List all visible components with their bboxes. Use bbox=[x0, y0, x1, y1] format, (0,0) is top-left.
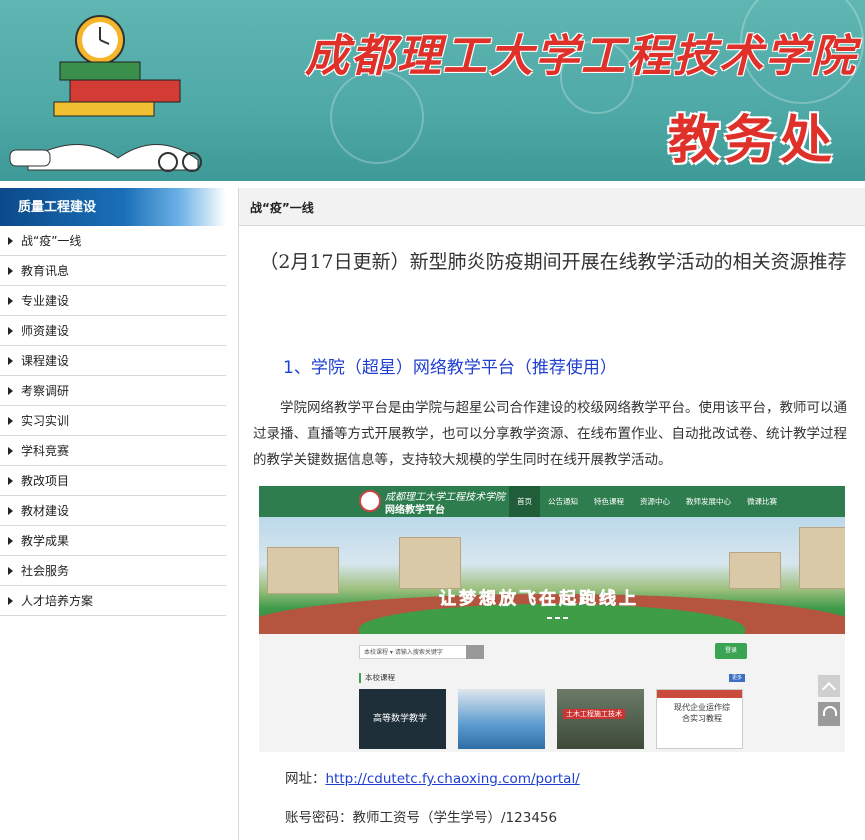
triangle-right-icon bbox=[8, 296, 13, 305]
section-heading: 1、学院（超星）网络教学平台（推荐使用） bbox=[283, 358, 617, 378]
sidebar-item-faculty-building[interactable]: 师资建设 bbox=[0, 316, 226, 346]
screenshot-login-button: 登录 bbox=[715, 643, 747, 659]
triangle-right-icon bbox=[8, 566, 13, 575]
sidebar-item-reform-projects[interactable]: 教改项目 bbox=[0, 466, 226, 496]
course-thumbnail-label: 高等数学教学 bbox=[373, 714, 428, 724]
sidebar-item-teaching-results[interactable]: 教学成果 bbox=[0, 526, 226, 556]
sidebar-item-label: 专业建设 bbox=[21, 294, 70, 308]
triangle-right-icon bbox=[8, 506, 13, 515]
screenshot-menu-item: 资源中心 bbox=[640, 497, 670, 506]
sidebar-item-training-plan[interactable]: 人才培养方案 bbox=[0, 586, 226, 616]
sidebar-item-competition[interactable]: 学科竞赛 bbox=[0, 436, 226, 466]
header-banner: 成都理工大学工程技术学院 教务处 bbox=[0, 0, 865, 181]
triangle-right-icon bbox=[8, 236, 13, 245]
screenshot-search-box: 本校课程 ▾ 请输入搜索关键字 bbox=[359, 645, 483, 659]
triangle-right-icon bbox=[8, 416, 13, 425]
screenshot-section-label: 本校课程 bbox=[359, 673, 395, 683]
sidebar-item-internship[interactable]: 实习实训 bbox=[0, 406, 226, 436]
screenshot-course-thumbnails: 高等数学教学 土木工程施工技术 现代企业运作综合实习教程 bbox=[359, 689, 743, 749]
triangle-right-icon bbox=[8, 596, 13, 605]
platform-url-link[interactable]: http://cdutetc.fy.chaoxing.com/portal/ bbox=[326, 771, 580, 787]
course-thumbnail bbox=[458, 689, 545, 749]
gear-decoration bbox=[330, 70, 424, 164]
screenshot-navbar: 成都理工大学工程技术学院 网络教学平台 首页 公告通知 特色课程 资源中心 教师… bbox=[259, 486, 845, 517]
course-thumbnail-label: 现代企业运作综合实习教程 bbox=[674, 703, 730, 723]
sidebar-menu: 战“疫”一线 教育讯息 专业建设 师资建设 课程建设 考察调研 实习实训 学科竞… bbox=[0, 226, 226, 616]
sidebar-item-label: 学科竞赛 bbox=[21, 444, 70, 458]
screenshot-menu: 首页 公告通知 特色课程 资源中心 教师发展中心 微课比赛 bbox=[509, 486, 785, 517]
screenshot-menu-item: 特色课程 bbox=[594, 497, 624, 506]
carousel-dots bbox=[547, 617, 568, 619]
sidebar-item-label: 教材建设 bbox=[21, 504, 70, 518]
department-title: 教务处 bbox=[668, 110, 837, 171]
triangle-right-icon bbox=[8, 386, 13, 395]
triangle-right-icon bbox=[8, 476, 13, 485]
breadcrumb: 战“疫”一线 bbox=[239, 188, 865, 226]
sidebar-item-investigation[interactable]: 考察调研 bbox=[0, 376, 226, 406]
sidebar-item-textbook[interactable]: 教材建设 bbox=[0, 496, 226, 526]
sidebar-item-social-service[interactable]: 社会服务 bbox=[0, 556, 226, 586]
building-shape bbox=[799, 527, 845, 589]
back-to-top-icon bbox=[818, 675, 840, 697]
triangle-right-icon bbox=[8, 326, 13, 335]
article-title: （2月17日更新）新型肺炎防疫期间开展在线教学活动的相关资源推荐 bbox=[259, 251, 847, 273]
sidebar-item-zhanyi[interactable]: 战“疫”一线 bbox=[0, 226, 226, 256]
search-icon bbox=[466, 645, 484, 659]
screenshot-site-subtitle: 网络教学平台 bbox=[385, 505, 445, 516]
school-logo-icon bbox=[359, 490, 381, 512]
sidebar-item-label: 实习实训 bbox=[21, 414, 70, 428]
triangle-right-icon bbox=[8, 356, 13, 365]
screenshot-more-badge: 更多 bbox=[729, 674, 745, 682]
books-clock-illustration bbox=[9, 15, 202, 172]
sidebar-item-label: 人才培养方案 bbox=[21, 594, 94, 608]
sidebar-heading: 质量工程建设 bbox=[0, 188, 226, 226]
main-content: 战“疫”一线 （2月17日更新）新型肺炎防疫期间开展在线教学活动的相关资源推荐 … bbox=[238, 188, 865, 840]
sidebar-item-course-building[interactable]: 课程建设 bbox=[0, 346, 226, 376]
sidebar: 质量工程建设 战“疫”一线 教育讯息 专业建设 师资建设 课程建设 考察调研 实… bbox=[0, 188, 226, 616]
sidebar-item-label: 社会服务 bbox=[21, 564, 70, 578]
platform-screenshot: 成都理工大学工程技术学院 网络教学平台 首页 公告通知 特色课程 资源中心 教师… bbox=[259, 486, 845, 752]
screenshot-menu-item: 微课比赛 bbox=[747, 497, 777, 506]
building-shape bbox=[267, 547, 339, 594]
screenshot-slogan: 让梦想放飞在起跑线上 bbox=[439, 589, 639, 610]
course-thumbnail-label: 土木工程施工技术 bbox=[563, 709, 625, 719]
course-thumbnail: 高等数学教学 bbox=[359, 689, 446, 749]
sidebar-item-label: 师资建设 bbox=[21, 324, 70, 338]
course-thumbnail: 现代企业运作综合实习教程 bbox=[656, 689, 743, 749]
url-row: 网址：http://cdutetc.fy.chaoxing.com/portal… bbox=[285, 767, 580, 787]
sidebar-item-label: 考察调研 bbox=[21, 384, 70, 398]
screenshot-menu-item: 首页 bbox=[509, 486, 540, 517]
sidebar-item-education-news[interactable]: 教育讯息 bbox=[0, 256, 226, 286]
sidebar-item-label: 课程建设 bbox=[21, 354, 70, 368]
building-shape bbox=[399, 537, 461, 589]
article-paragraph: 学院网络教学平台是由学院与超星公司合作建设的校级网络教学平台。使用该平台，教师可… bbox=[253, 400, 847, 468]
triangle-right-icon bbox=[8, 446, 13, 455]
screenshot-hero-image: 让梦想放飞在起跑线上 bbox=[259, 517, 845, 634]
building-shape bbox=[729, 552, 781, 589]
screenshot-menu-item: 公告通知 bbox=[548, 497, 578, 506]
account-info: 账号密码：教师工资号（学生学号）/123456 bbox=[285, 810, 558, 826]
sidebar-item-label: 教改项目 bbox=[21, 474, 70, 488]
screenshot-menu-item: 教师发展中心 bbox=[686, 497, 731, 506]
course-thumbnail: 土木工程施工技术 bbox=[557, 689, 644, 749]
triangle-right-icon bbox=[8, 266, 13, 275]
triangle-right-icon bbox=[8, 536, 13, 545]
banner-divider bbox=[0, 181, 865, 188]
sidebar-item-major-building[interactable]: 专业建设 bbox=[0, 286, 226, 316]
sidebar-item-label: 教育讯息 bbox=[21, 264, 70, 278]
sidebar-item-label: 教学成果 bbox=[21, 534, 70, 548]
customer-service-icon bbox=[818, 702, 840, 726]
screenshot-search-category: 本校课程 bbox=[364, 649, 389, 656]
school-name-calligraphy: 成都理工大学工程技术学院 bbox=[305, 31, 857, 82]
screenshot-search-placeholder: 请输入搜索关键字 bbox=[394, 649, 443, 656]
sidebar-item-label: 战“疫”一线 bbox=[21, 234, 82, 248]
url-label: 网址： bbox=[285, 771, 326, 787]
